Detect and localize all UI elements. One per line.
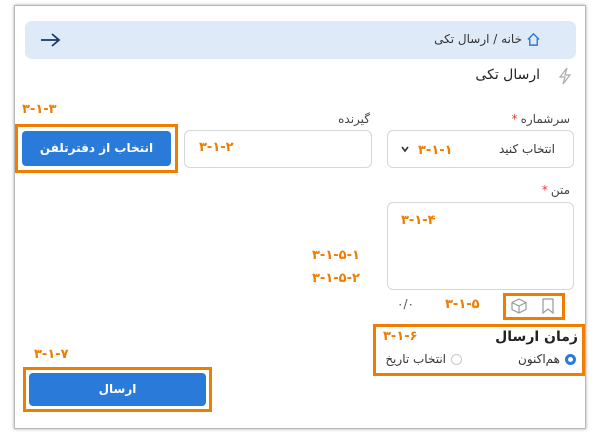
lightning-icon	[558, 67, 572, 85]
breadcrumb-path[interactable]: خانه / ارسال تکی	[434, 32, 522, 46]
annotation-3-1-2: ۳-۱-۲	[199, 140, 234, 155]
home-icon[interactable]	[526, 32, 541, 47]
line-label-text: سرشماره	[520, 112, 570, 126]
schedule-title: زمان ارسال	[495, 329, 578, 345]
breadcrumb: خانه / ارسال تکی	[25, 21, 576, 59]
annotation-3-1-7: ۳-۱-۷	[34, 347, 69, 362]
bookmark-icon[interactable]	[537, 297, 559, 315]
phonebook-button[interactable]: انتخاب از دفترتلفن	[22, 131, 171, 166]
annotation-3-1-5-1: ۳-۱-۵-۱	[312, 248, 360, 263]
radio-now-label: هم‌اکنون	[518, 352, 560, 366]
receiver-label: گیرنده	[338, 112, 370, 126]
character-counter: ۰/۰	[397, 297, 414, 311]
arrow-right-icon[interactable]	[39, 31, 61, 49]
template-box-icon[interactable]	[508, 297, 530, 315]
send-button[interactable]: ارسال	[29, 373, 206, 406]
chevron-down-icon	[401, 146, 409, 153]
line-select[interactable]: انتخاب کنید	[387, 130, 574, 168]
radio-pick-date[interactable]: انتخاب تاریخ	[385, 352, 462, 368]
text-label-text: متن	[550, 183, 570, 197]
radio-pick-date-label: انتخاب تاریخ	[385, 352, 446, 366]
text-label: متن*	[542, 183, 570, 197]
required-mark: *	[541, 183, 548, 197]
radio-unchecked-icon[interactable]	[451, 354, 462, 365]
page-title: ارسال تکی	[475, 67, 540, 83]
annotation-3-1-3: ۳-۱-۳	[22, 102, 57, 117]
annotation-3-1-5: ۳-۱-۵	[445, 297, 480, 312]
annotation-3-1-5-2: ۳-۱-۵-۲	[312, 271, 360, 286]
radio-checked-icon[interactable]	[565, 354, 576, 365]
radio-now[interactable]: هم‌اکنون	[518, 352, 576, 368]
annotation-3-1-6: ۳-۱-۶	[383, 329, 418, 344]
annotation-3-1-4: ۳-۱-۴	[401, 213, 436, 228]
line-label: سرشماره*	[512, 112, 570, 126]
line-select-value: انتخاب کنید	[498, 142, 555, 156]
annotation-3-1-1: ۳-۱-۱	[418, 143, 453, 158]
required-mark: *	[511, 112, 518, 126]
